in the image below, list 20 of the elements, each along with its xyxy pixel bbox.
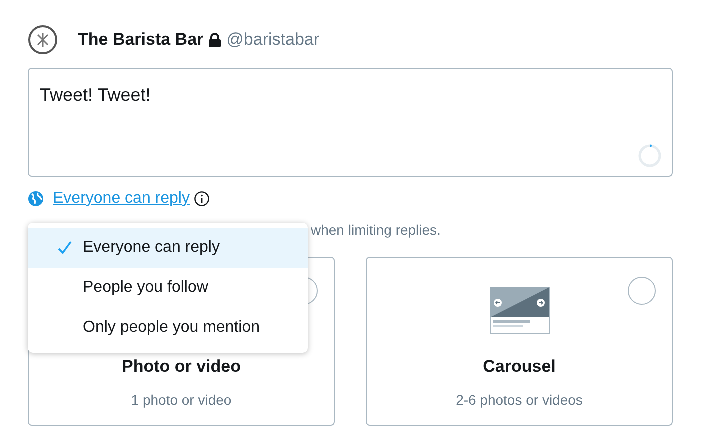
option-subtitle: 2-6 photos or videos	[456, 390, 583, 410]
character-counter	[638, 144, 662, 168]
radio-button[interactable]	[628, 277, 656, 305]
check-icon	[58, 241, 72, 255]
tweet-input[interactable]: Tweet! Tweet!	[28, 68, 673, 177]
option-subtitle: 1 photo or video	[131, 390, 232, 410]
helper-text: when limiting replies.	[311, 222, 441, 238]
account-handle: @baristabar	[226, 29, 320, 52]
option-title: Carousel	[483, 356, 556, 378]
account-name: The Barista Bar	[78, 29, 204, 52]
option-title: Photo or video	[122, 356, 241, 378]
media-option-card[interactable]: Carousel 2-6 photos or videos	[366, 257, 673, 426]
tweet-text: Tweet! Tweet!	[40, 85, 151, 105]
info-icon[interactable]	[194, 191, 210, 207]
menu-item[interactable]: People you follow	[28, 268, 308, 308]
menu-item[interactable]: Only people you mention	[28, 308, 308, 348]
menu-item[interactable]: Everyone can reply	[28, 228, 308, 268]
avatar-icon	[28, 25, 58, 55]
carousel-icon	[490, 286, 550, 334]
globe-icon	[28, 191, 44, 207]
